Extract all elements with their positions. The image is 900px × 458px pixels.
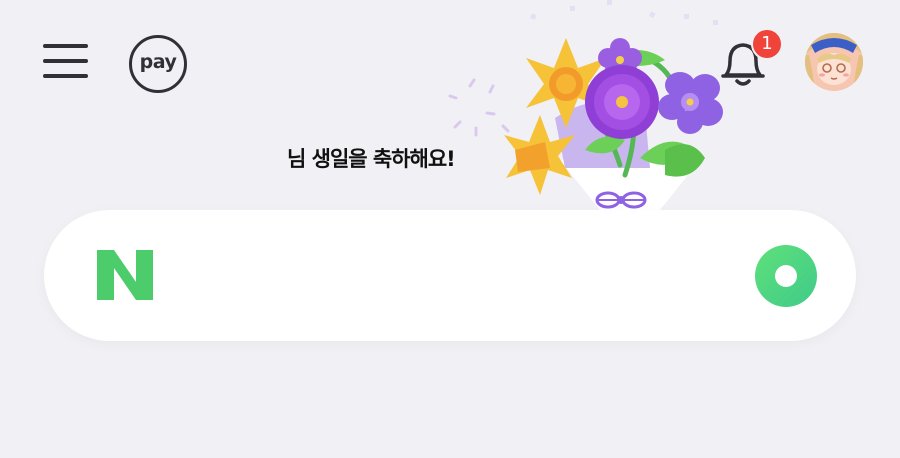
naver-n-logo[interactable] bbox=[97, 250, 153, 300]
pay-button[interactable]: pay bbox=[129, 35, 187, 93]
notification-badge: 1 bbox=[751, 28, 783, 60]
green-ring-icon[interactable] bbox=[755, 245, 817, 307]
anime-character-avatar bbox=[805, 33, 863, 91]
search-bar[interactable] bbox=[44, 210, 856, 341]
avatar[interactable] bbox=[805, 33, 863, 91]
search-input[interactable] bbox=[184, 240, 728, 312]
birthday-greeting: 님 생일을 축하해요! bbox=[287, 147, 456, 171]
pay-label: pay bbox=[139, 51, 177, 73]
hamburger-menu-icon bbox=[43, 44, 88, 48]
flower-bouquet-illustration bbox=[448, 0, 723, 210]
menu-button[interactable] bbox=[43, 42, 88, 80]
